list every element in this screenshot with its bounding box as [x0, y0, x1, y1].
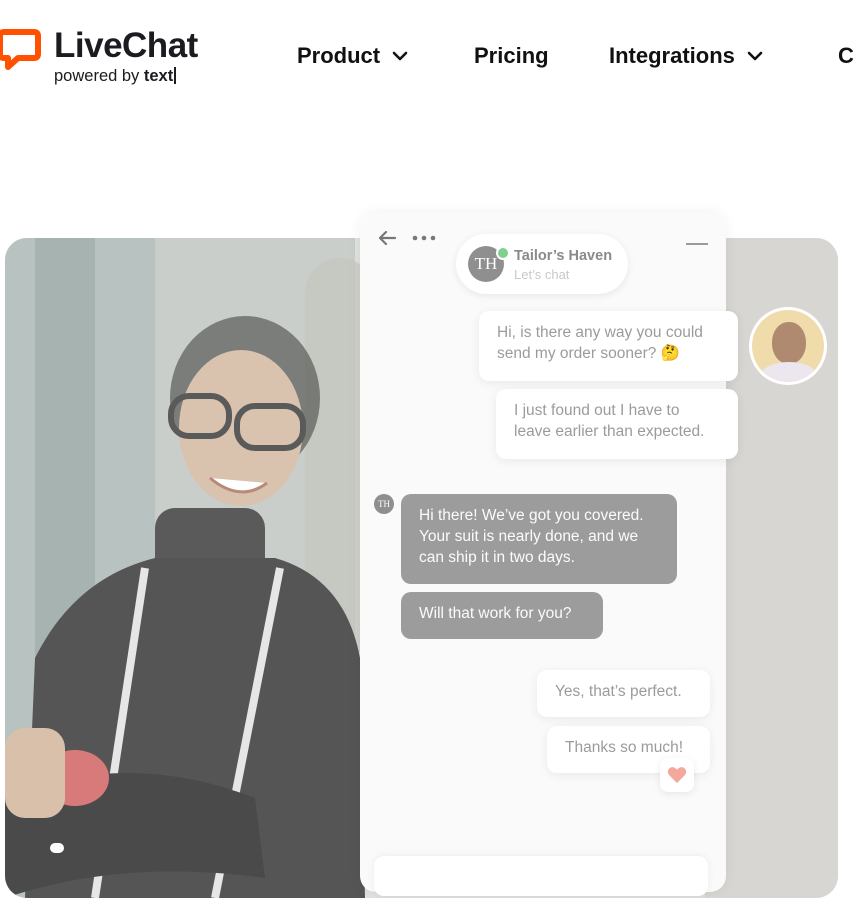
- carousel-indicator[interactable]: [50, 843, 64, 853]
- logo-wordmark: LiveChat: [54, 26, 198, 65]
- heart-icon: [667, 767, 687, 783]
- livechat-logo[interactable]: LiveChat powered by text: [0, 22, 200, 92]
- logo-tagline: powered by text: [54, 66, 177, 86]
- nav-item-product[interactable]: Product: [297, 40, 408, 72]
- nav-label-pricing: Pricing: [474, 43, 549, 68]
- agent-avatar: TH: [374, 494, 394, 514]
- message-input[interactable]: [374, 856, 708, 896]
- customer-message: Yes, that’s perfect.: [537, 670, 710, 717]
- customer-message: Hi, is there any way you could send my o…: [479, 311, 738, 381]
- nav-label-integrations: Integrations: [609, 43, 735, 68]
- nav-item-pricing[interactable]: Pricing: [474, 40, 549, 72]
- back-arrow-icon[interactable]: [377, 230, 397, 246]
- chat-business-header: TH Tailor’s Haven Let’s chat: [456, 234, 628, 294]
- agent-message: Will that work for you?: [401, 592, 603, 639]
- agent-message: Hi there! We’ve got you covered. Your su…: [401, 494, 677, 584]
- heart-reaction[interactable]: [660, 758, 694, 792]
- chevron-down-icon: [392, 51, 408, 61]
- business-name: Tailor’s Haven: [514, 248, 613, 264]
- online-status-dot: [496, 246, 510, 260]
- more-options-icon[interactable]: [412, 235, 436, 241]
- nav-label-truncated: C: [838, 43, 854, 68]
- chevron-down-icon: [747, 51, 763, 61]
- minimize-icon[interactable]: [686, 243, 708, 245]
- nav-item-integrations[interactable]: Integrations: [609, 40, 763, 72]
- nav-label-product: Product: [297, 43, 381, 68]
- tailor-woman-illustration: [5, 316, 365, 898]
- customer-avatar: [752, 310, 824, 382]
- chat-bubble-logo-icon: [0, 29, 41, 70]
- business-status: Let’s chat: [514, 267, 570, 282]
- customer-message: I just found out I have to leave earlier…: [496, 389, 738, 459]
- nav-item-truncated[interactable]: C: [838, 40, 854, 72]
